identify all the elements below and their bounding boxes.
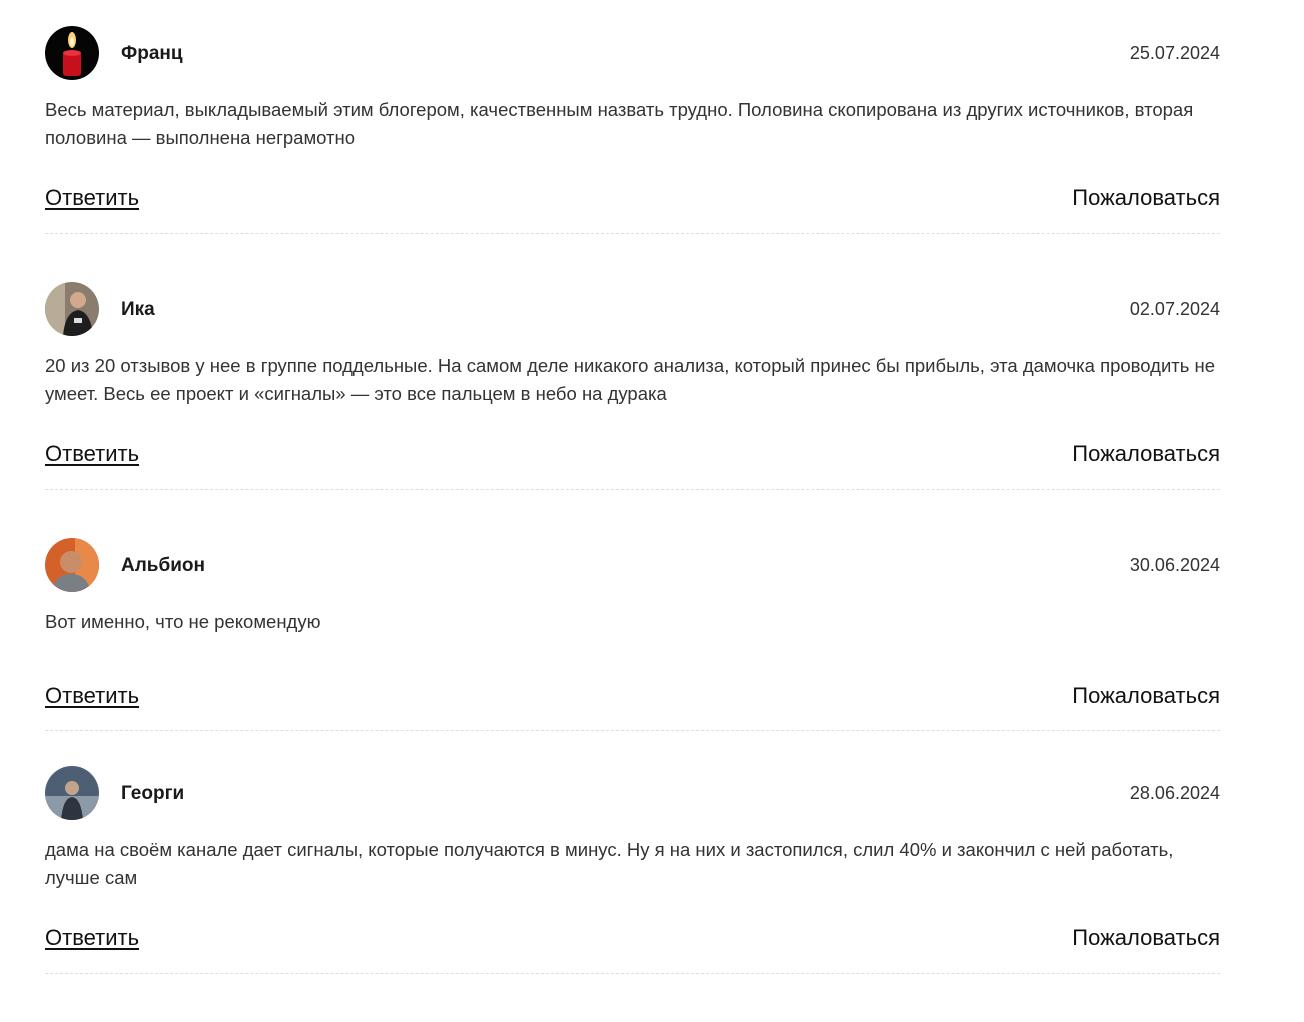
candle-avatar: [45, 26, 99, 80]
comment-author: Ика: [121, 299, 155, 320]
comment-date: 28.06.2024: [1129, 783, 1220, 803]
divider: [45, 730, 1220, 731]
comment-header: Альбион 30.06.2024: [45, 538, 1220, 594]
comment-item: Ика 02.07.2024 20 из 20 отзывов у нее в …: [45, 282, 1220, 538]
comment-actions: Ответить Пожаловаться: [45, 441, 1220, 471]
comment-text: Весь материал, выкладываемый этим блогер…: [45, 99, 1194, 148]
report-link[interactable]: Пожаловаться: [1072, 925, 1220, 951]
reply-link[interactable]: Ответить: [45, 925, 139, 951]
report-link[interactable]: Пожаловаться: [1072, 185, 1220, 211]
comment-author: Альбион: [121, 555, 205, 576]
comment-item: Георги 28.06.2024 дама на своём канале д…: [45, 766, 1220, 1022]
comment-date: 02.07.2024: [1129, 299, 1220, 319]
comment-text: 20 из 20 отзывов у нее в группе поддельн…: [45, 355, 1216, 404]
comment-header: Ика 02.07.2024: [45, 282, 1220, 338]
comment-header: Георги 28.06.2024: [45, 766, 1220, 822]
report-link[interactable]: Пожаловаться: [1072, 441, 1220, 467]
user-photo-avatar: [45, 538, 99, 592]
reply-link[interactable]: Ответить: [45, 185, 139, 211]
comment-item: Альбион 30.06.2024 Вот именно, что не ре…: [45, 538, 1220, 766]
report-link[interactable]: Пожаловаться: [1072, 683, 1220, 709]
user-photo-avatar: [45, 282, 99, 336]
comment-author: Георги: [121, 783, 185, 804]
comment-actions: Ответить Пожаловаться: [45, 925, 1220, 955]
comment-author: Франц: [121, 43, 183, 64]
comment-text: дама на своём канале дает сигналы, котор…: [45, 839, 1174, 888]
comments-list: Франц 25.07.2024 Весь материал, выкладыв…: [45, 26, 1220, 1022]
divider: [45, 489, 1220, 490]
divider: [45, 973, 1220, 974]
comment-date: 25.07.2024: [1129, 43, 1220, 63]
comment-text: Вот именно, что не рекомендую: [45, 611, 321, 632]
comment-actions: Ответить Пожаловаться: [45, 683, 1220, 713]
divider: [45, 233, 1220, 234]
comment-item: Франц 25.07.2024 Весь материал, выкладыв…: [45, 26, 1220, 282]
reply-link[interactable]: Ответить: [45, 683, 139, 709]
comment-header: Франц 25.07.2024: [45, 26, 1220, 82]
comment-actions: Ответить Пожаловаться: [45, 185, 1220, 215]
user-photo-avatar: [45, 766, 99, 820]
comment-date: 30.06.2024: [1129, 555, 1220, 575]
reply-link[interactable]: Ответить: [45, 441, 139, 467]
